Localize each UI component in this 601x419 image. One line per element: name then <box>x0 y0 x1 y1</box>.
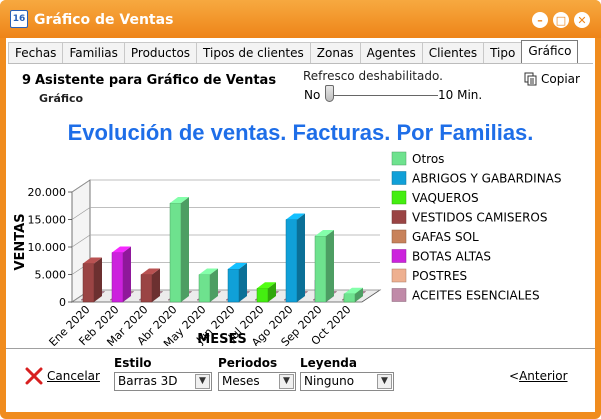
legend-label: Leyenda <box>300 356 357 370</box>
copy-label: Copiar <box>541 72 580 86</box>
tab-tipos-de-clientes[interactable]: Tipos de clientes <box>196 42 311 64</box>
legend-item-label: VAQUEROS <box>412 191 479 205</box>
tab-grafico[interactable]: Gráfico <box>521 40 579 64</box>
legend-swatch <box>391 190 407 205</box>
tab-strip: Fechas Familias Productos Tipos de clien… <box>8 40 579 64</box>
legend-select[interactable]: Ninguno ▼ <box>300 372 394 391</box>
y-tick-label: 20.000 <box>28 186 67 199</box>
bar-front <box>82 263 95 303</box>
app-icon-text: 16 <box>12 14 26 24</box>
periods-value: Meses <box>222 374 260 388</box>
bar-front <box>285 219 298 303</box>
tab-fechas[interactable]: Fechas <box>8 42 64 64</box>
bar-front <box>256 288 269 303</box>
style-select[interactable]: Barras 3D ▼ <box>114 372 212 391</box>
minimize-icon[interactable]: – <box>532 12 548 28</box>
wizard-panel: Fechas Familias Productos Tipos de clien… <box>6 38 595 412</box>
bar-side <box>94 257 102 302</box>
previous-label: Anterior <box>519 369 568 383</box>
copy-button[interactable]: Copiar <box>524 72 580 86</box>
chevron-down-icon[interactable]: ▼ <box>195 374 210 389</box>
chevron-down-icon[interactable]: ▼ <box>279 374 294 389</box>
footer-divider <box>6 348 595 349</box>
bar-side <box>326 230 334 302</box>
refresh-slider-track[interactable] <box>326 95 438 96</box>
legend-item-label: ACEITES ESENCIALES <box>412 289 540 303</box>
cancel-label: Cancelar <box>47 369 100 383</box>
legend-swatch <box>391 171 407 185</box>
refresh-min-label: No <box>304 88 321 102</box>
y-axis-title: VENTAS <box>13 213 28 270</box>
legend-swatch <box>391 249 407 263</box>
chart-title: Evolución de ventas. Facturas. Por Famil… <box>67 120 534 145</box>
legend-item-label: VESTIDOS CAMISEROS <box>412 211 547 225</box>
y-tick-label: 5.000 <box>35 269 67 282</box>
bar-side <box>239 263 247 302</box>
periods-select[interactable]: Meses ▼ <box>218 372 296 391</box>
bar-side <box>297 213 305 302</box>
bar-front <box>198 274 211 303</box>
bar-front <box>140 274 153 303</box>
legend-item-label: BOTAS ALTAS <box>412 250 491 264</box>
maximize-icon[interactable]: □ <box>553 12 569 28</box>
legend-value: Ninguno <box>304 374 355 388</box>
style-value: Barras 3D <box>118 374 178 388</box>
tab-productos[interactable]: Productos <box>123 42 198 64</box>
close-icon[interactable]: ✕ <box>574 12 590 28</box>
legend-swatch <box>391 288 407 302</box>
calendar-app-icon: 16 <box>10 10 28 28</box>
legend-swatch <box>391 210 407 224</box>
legend-item-label: GAFAS SOL <box>412 230 479 244</box>
bar-front <box>111 252 124 303</box>
chevron-down-icon[interactable]: ▼ <box>377 374 392 389</box>
style-label: Estilo <box>114 356 152 370</box>
previous-button[interactable]: <Anterior <box>509 369 568 383</box>
x-axis-title: MESES <box>197 332 246 346</box>
y-tick-label: 0 <box>59 296 66 309</box>
wizard-title: Asistente para Gráfico de Ventas <box>35 73 277 88</box>
title-bar[interactable]: 16 Gráfico de Ventas – □ ✕ <box>0 0 601 38</box>
tab-zonas[interactable]: Zonas <box>309 42 361 64</box>
tab-agentes[interactable]: Agentes <box>359 42 423 64</box>
bar-front <box>314 235 327 303</box>
tab-tipo[interactable]: Tipo <box>483 42 523 64</box>
refresh-status: Refresco deshabilitado. <box>303 69 443 83</box>
cancel-button[interactable]: Cancelar <box>24 367 100 385</box>
bar-side <box>181 197 189 302</box>
y-tick-label: 15.000 <box>28 214 67 227</box>
bar-side <box>123 246 131 302</box>
copy-icon <box>524 72 537 86</box>
y-tick-label: 10.000 <box>28 241 67 254</box>
legend-swatch <box>391 268 407 283</box>
wizard-subtitle: Gráfico <box>39 92 84 105</box>
tab-clientes[interactable]: Clientes <box>421 42 485 64</box>
legend-item-label: Otros <box>412 152 444 166</box>
sales-chart: 20.00015.00010.0005.0000Ene 2020Feb 2020… <box>13 151 562 346</box>
bar-front <box>169 202 182 303</box>
legend-item-label: ABRIGOS Y GABARDINAS <box>412 172 562 186</box>
x-icon <box>25 367 43 385</box>
legend-swatch <box>391 229 407 244</box>
tab-familias[interactable]: Familias <box>62 42 125 64</box>
previous-prefix: < <box>509 369 520 383</box>
step-number: 9 <box>22 73 32 88</box>
periods-label: Periodos <box>218 356 278 370</box>
bar-front <box>227 268 240 303</box>
refresh-max-label: 10 Min. <box>438 88 483 102</box>
refresh-slider-thumb[interactable] <box>325 85 334 102</box>
legend-swatch <box>391 151 407 166</box>
legend-item-label: POSTRES <box>412 269 467 283</box>
window-title: Gráfico de Ventas <box>34 12 174 28</box>
app-window: 16 Gráfico de Ventas – □ ✕ Fechas Famili… <box>0 0 601 419</box>
tab-divider <box>8 63 593 64</box>
bar-front <box>343 293 356 303</box>
